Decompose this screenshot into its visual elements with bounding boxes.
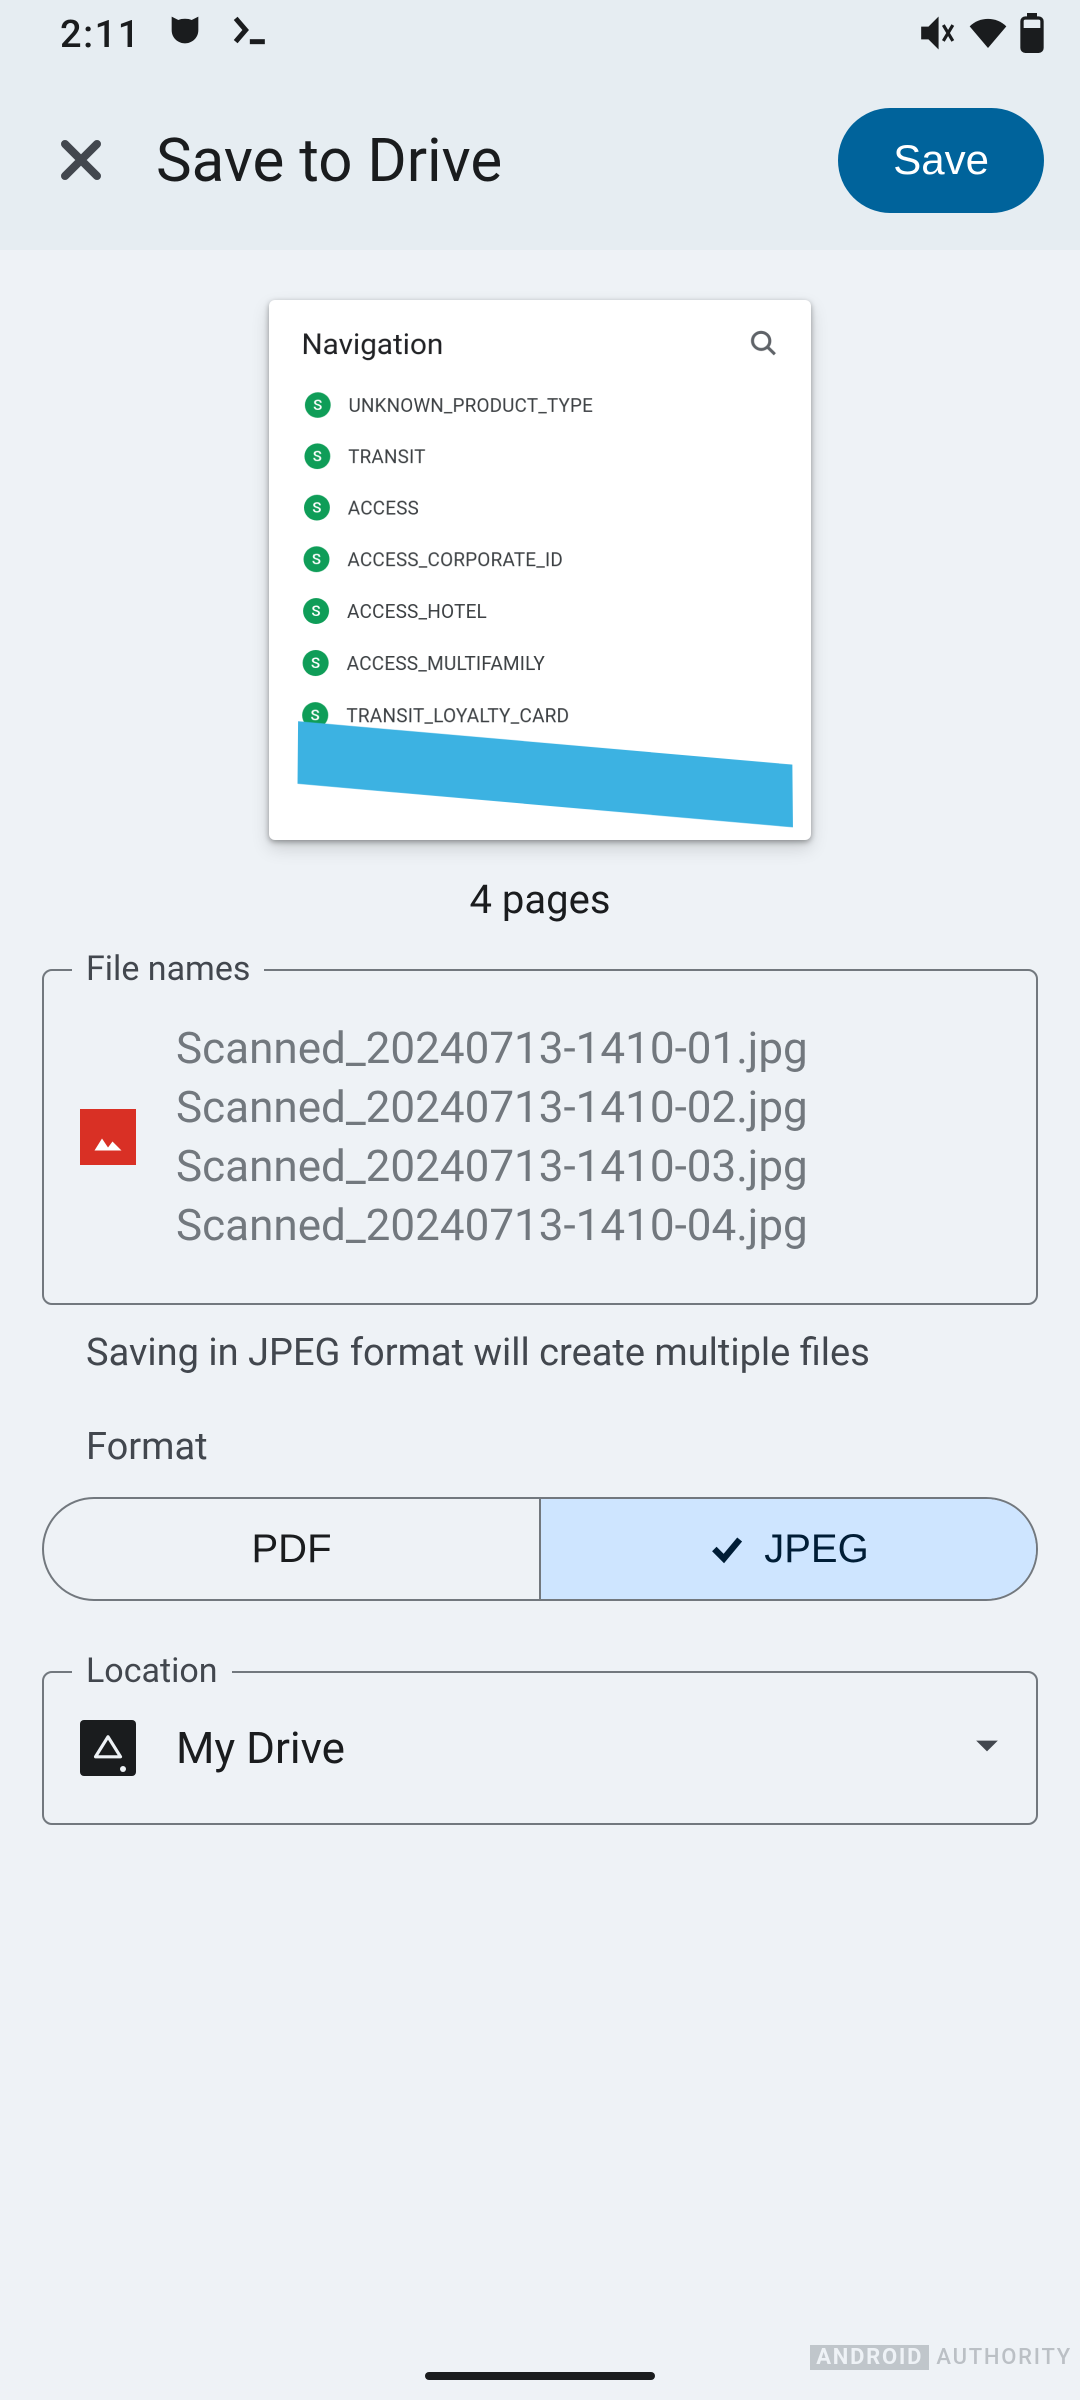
filenames-field[interactable]: File names Scanned_20240713-1410-01.jpg … [42, 969, 1038, 1305]
nav-handle[interactable] [425, 2372, 655, 2380]
filenames-label: File names [72, 949, 264, 989]
status-time: 2:11 [60, 13, 141, 57]
list-item: SUNKNOWN_PRODUCT_TYPE [301, 380, 780, 431]
app-bar: Save to Drive Save [0, 70, 1080, 250]
format-label: Format [86, 1425, 1038, 1469]
format-segmented: PDF JPEG [42, 1497, 1038, 1601]
list-item: SACCESS [300, 482, 780, 533]
file-name: Scanned_20240713-1410-04.jpg [176, 1198, 808, 1253]
status-bar: 2:11 [0, 0, 1080, 70]
terminal-icon [229, 10, 269, 60]
cat-icon [165, 10, 205, 60]
list-item: SACCESS_MULTIFAMILY [298, 637, 781, 689]
helper-text: Saving in JPEG format will create multip… [86, 1331, 1038, 1375]
file-list: Scanned_20240713-1410-01.jpg Scanned_202… [176, 1021, 808, 1253]
mute-icon [918, 14, 956, 56]
preview-title: Navigation [301, 328, 443, 362]
format-option-pdf[interactable]: PDF [44, 1499, 541, 1599]
wifi-icon [968, 13, 1008, 57]
close-icon [57, 136, 105, 184]
list-item: SACCESS_CORPORATE_ID [299, 533, 780, 585]
close-button[interactable] [36, 115, 126, 205]
file-name: Scanned_20240713-1410-03.jpg [176, 1139, 808, 1194]
location-label: Location [72, 1651, 232, 1691]
page-count: 4 pages [42, 876, 1038, 923]
watermark: ANDROID AUTHORITY [810, 2345, 1072, 2370]
save-button[interactable]: Save [838, 108, 1044, 213]
file-name: Scanned_20240713-1410-01.jpg [176, 1021, 808, 1076]
battery-icon [1020, 13, 1044, 57]
list-item: STRANSIT [300, 431, 780, 482]
file-name: Scanned_20240713-1410-02.jpg [176, 1080, 808, 1135]
check-icon [708, 1530, 746, 1568]
format-option-jpeg[interactable]: JPEG [541, 1499, 1036, 1599]
chevron-down-icon [974, 1738, 1000, 1758]
location-value: My Drive [176, 1722, 934, 1774]
list-item: SACCESS_HOTEL [299, 585, 781, 637]
image-icon [80, 1109, 136, 1165]
page-title: Save to Drive [156, 125, 808, 196]
location-field[interactable]: Location My Drive [42, 1671, 1038, 1825]
drive-icon [80, 1720, 136, 1776]
search-icon [749, 328, 779, 361]
document-preview[interactable]: Navigation SUNKNOWN_PRODUCT_TYPE STRANSI… [269, 300, 811, 840]
